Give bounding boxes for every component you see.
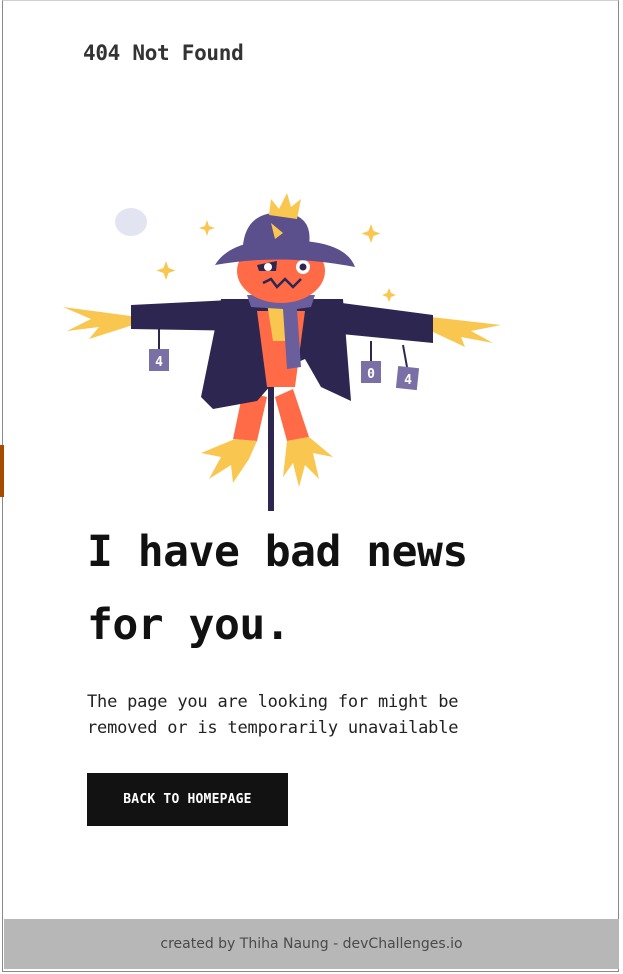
footer-prefix: created by [160, 936, 240, 952]
devchallenges-link[interactable]: devChallenges.io [343, 936, 463, 952]
sign-digit-1: 4 [155, 355, 163, 370]
author-link[interactable]: Thiha Naung [240, 936, 329, 952]
headline: I have bad news for you. [87, 527, 468, 650]
sign-digit-3: 4 [404, 373, 412, 388]
scarecrow-illustration: 4 0 4 [63, 193, 501, 511]
footer: created by Thiha Naung - devChallenges.i… [4, 919, 619, 969]
edge-mark [0, 445, 4, 497]
page-title: 404 Not Found [83, 41, 244, 65]
moon-icon [115, 208, 147, 236]
page-frame: 404 Not Found 4 0 4 I have bad news for … [2, 0, 619, 972]
footer-credit: created by Thiha Naung - devChallenges.i… [160, 936, 462, 952]
description-text: The page you are looking for might be re… [87, 692, 459, 738]
footer-separator: - [328, 936, 343, 952]
back-to-homepage-button[interactable]: BACK TO HOMEPAGE [87, 773, 288, 826]
sign-digit-2: 0 [367, 367, 375, 382]
